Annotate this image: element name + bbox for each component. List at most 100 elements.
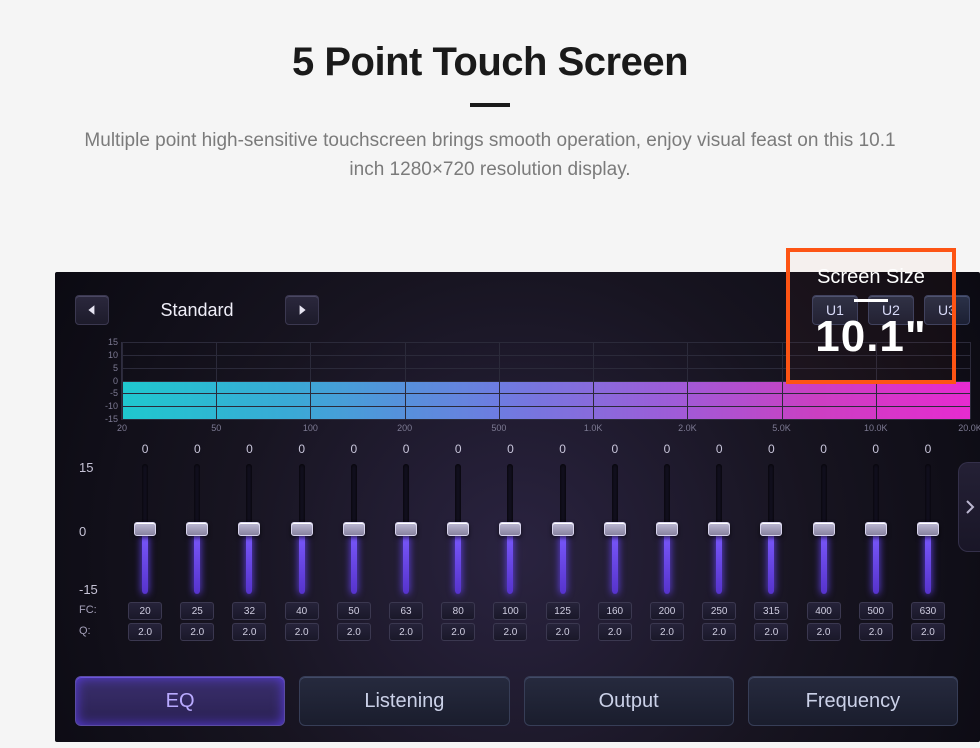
channel-slider[interactable] — [664, 464, 670, 594]
preset-prev-button[interactable] — [75, 295, 109, 325]
graph-gridline-x — [687, 342, 688, 419]
graph-x-tick: 2.0K — [678, 423, 697, 433]
channel-fc[interactable]: 630 — [911, 602, 945, 620]
channel-slider[interactable] — [194, 464, 200, 594]
channel-slider[interactable] — [507, 464, 513, 594]
channel-slider[interactable] — [455, 464, 461, 594]
channel-q[interactable]: 2.0 — [337, 623, 371, 641]
graph-gridline-x — [499, 342, 500, 419]
channel-fc[interactable]: 32 — [232, 602, 266, 620]
slider-fill — [142, 529, 148, 594]
channel-q[interactable]: 2.0 — [754, 623, 788, 641]
tab-eq[interactable]: EQ — [75, 676, 285, 726]
channel-fc[interactable]: 25 — [180, 602, 214, 620]
channel-slider[interactable] — [246, 464, 252, 594]
graph-gridline-x — [782, 342, 783, 419]
eq-channel: 06302.0 — [904, 442, 952, 644]
channel-q[interactable]: 2.0 — [598, 623, 632, 641]
channel-fc[interactable]: 50 — [337, 602, 371, 620]
slider-thumb[interactable] — [291, 522, 313, 536]
slider-thumb[interactable] — [552, 522, 574, 536]
tab-frequency[interactable]: Frequency — [748, 676, 958, 726]
slider-thumb[interactable] — [186, 522, 208, 536]
channel-q[interactable]: 2.0 — [493, 623, 527, 641]
channel-q[interactable]: 2.0 — [546, 623, 580, 641]
slider-thumb[interactable] — [447, 522, 469, 536]
eq-channel: 01252.0 — [539, 442, 587, 644]
channel-q[interactable]: 2.0 — [232, 623, 266, 641]
slider-thumb[interactable] — [917, 522, 939, 536]
channel-slider[interactable] — [821, 464, 827, 594]
slider-thumb[interactable] — [760, 522, 782, 536]
channel-fc[interactable]: 160 — [598, 602, 632, 620]
graph-gridline-x — [405, 342, 406, 419]
slider-fill — [612, 529, 618, 594]
slider-thumb[interactable] — [395, 522, 417, 536]
graph-y-tick: 10 — [94, 350, 118, 360]
slider-thumb[interactable] — [708, 522, 730, 536]
channel-fc[interactable]: 400 — [807, 602, 841, 620]
channel-q[interactable]: 2.0 — [285, 623, 319, 641]
channel-fc[interactable]: 63 — [389, 602, 423, 620]
badge-label: Screen Size — [790, 266, 952, 289]
channel-value: 0 — [872, 442, 879, 458]
channel-fc[interactable]: 500 — [859, 602, 893, 620]
eq-channel: 0502.0 — [330, 442, 378, 644]
slider-thumb[interactable] — [865, 522, 887, 536]
channel-slider[interactable] — [560, 464, 566, 594]
channel-fc[interactable]: 100 — [493, 602, 527, 620]
graph-y-tick: -5 — [94, 388, 118, 398]
channel-value: 0 — [611, 442, 618, 458]
tab-listening[interactable]: Listening — [299, 676, 509, 726]
channel-fc[interactable]: 200 — [650, 602, 684, 620]
channel-q[interactable]: 2.0 — [128, 623, 162, 641]
channel-fc[interactable]: 80 — [441, 602, 475, 620]
slider-thumb[interactable] — [238, 522, 260, 536]
channel-slider[interactable] — [142, 464, 148, 594]
slider-thumb[interactable] — [499, 522, 521, 536]
slider-fill — [507, 529, 513, 594]
channel-q[interactable]: 2.0 — [911, 623, 945, 641]
channel-q[interactable]: 2.0 — [807, 623, 841, 641]
channel-q[interactable]: 2.0 — [859, 623, 893, 641]
channel-slider[interactable] — [612, 464, 618, 594]
preset-name: Standard — [117, 300, 277, 321]
channel-q[interactable]: 2.0 — [180, 623, 214, 641]
channel-q[interactable]: 2.0 — [650, 623, 684, 641]
bank-scroll-right-button[interactable] — [958, 462, 980, 552]
channel-fc[interactable]: 250 — [702, 602, 736, 620]
channel-q[interactable]: 2.0 — [702, 623, 736, 641]
graph-x-tick: 500 — [491, 423, 506, 433]
channel-q[interactable]: 2.0 — [389, 623, 423, 641]
eq-channel: 04002.0 — [799, 442, 847, 644]
channel-slider[interactable] — [768, 464, 774, 594]
channel-fc[interactable]: 40 — [285, 602, 319, 620]
channel-slider[interactable] — [873, 464, 879, 594]
axis-bottom: -15 — [79, 582, 98, 597]
channel-fc[interactable]: 125 — [546, 602, 580, 620]
channel-slider[interactable] — [925, 464, 931, 594]
graph-y-tick: -15 — [94, 414, 118, 424]
slider-fill — [194, 529, 200, 594]
channel-slider[interactable] — [299, 464, 305, 594]
graph-x-tick: 20 — [117, 423, 127, 433]
slider-thumb[interactable] — [813, 522, 835, 536]
tab-output[interactable]: Output — [524, 676, 734, 726]
bottom-tabs: EQ Listening Output Frequency — [75, 676, 958, 726]
preset-next-button[interactable] — [285, 295, 319, 325]
channel-slider[interactable] — [716, 464, 722, 594]
graph-x-tick: 10.0K — [864, 423, 888, 433]
channel-slider[interactable] — [403, 464, 409, 594]
channel-q[interactable]: 2.0 — [441, 623, 475, 641]
channel-fc[interactable]: 20 — [128, 602, 162, 620]
channel-slider[interactable] — [351, 464, 357, 594]
slider-thumb[interactable] — [604, 522, 626, 536]
slider-thumb[interactable] — [656, 522, 678, 536]
channel-fc[interactable]: 315 — [754, 602, 788, 620]
channel-value: 0 — [298, 442, 305, 458]
slider-thumb[interactable] — [134, 522, 156, 536]
slider-fill — [821, 529, 827, 594]
graph-x-tick: 50 — [211, 423, 221, 433]
slider-thumb[interactable] — [343, 522, 365, 536]
slider-fill — [403, 529, 409, 594]
